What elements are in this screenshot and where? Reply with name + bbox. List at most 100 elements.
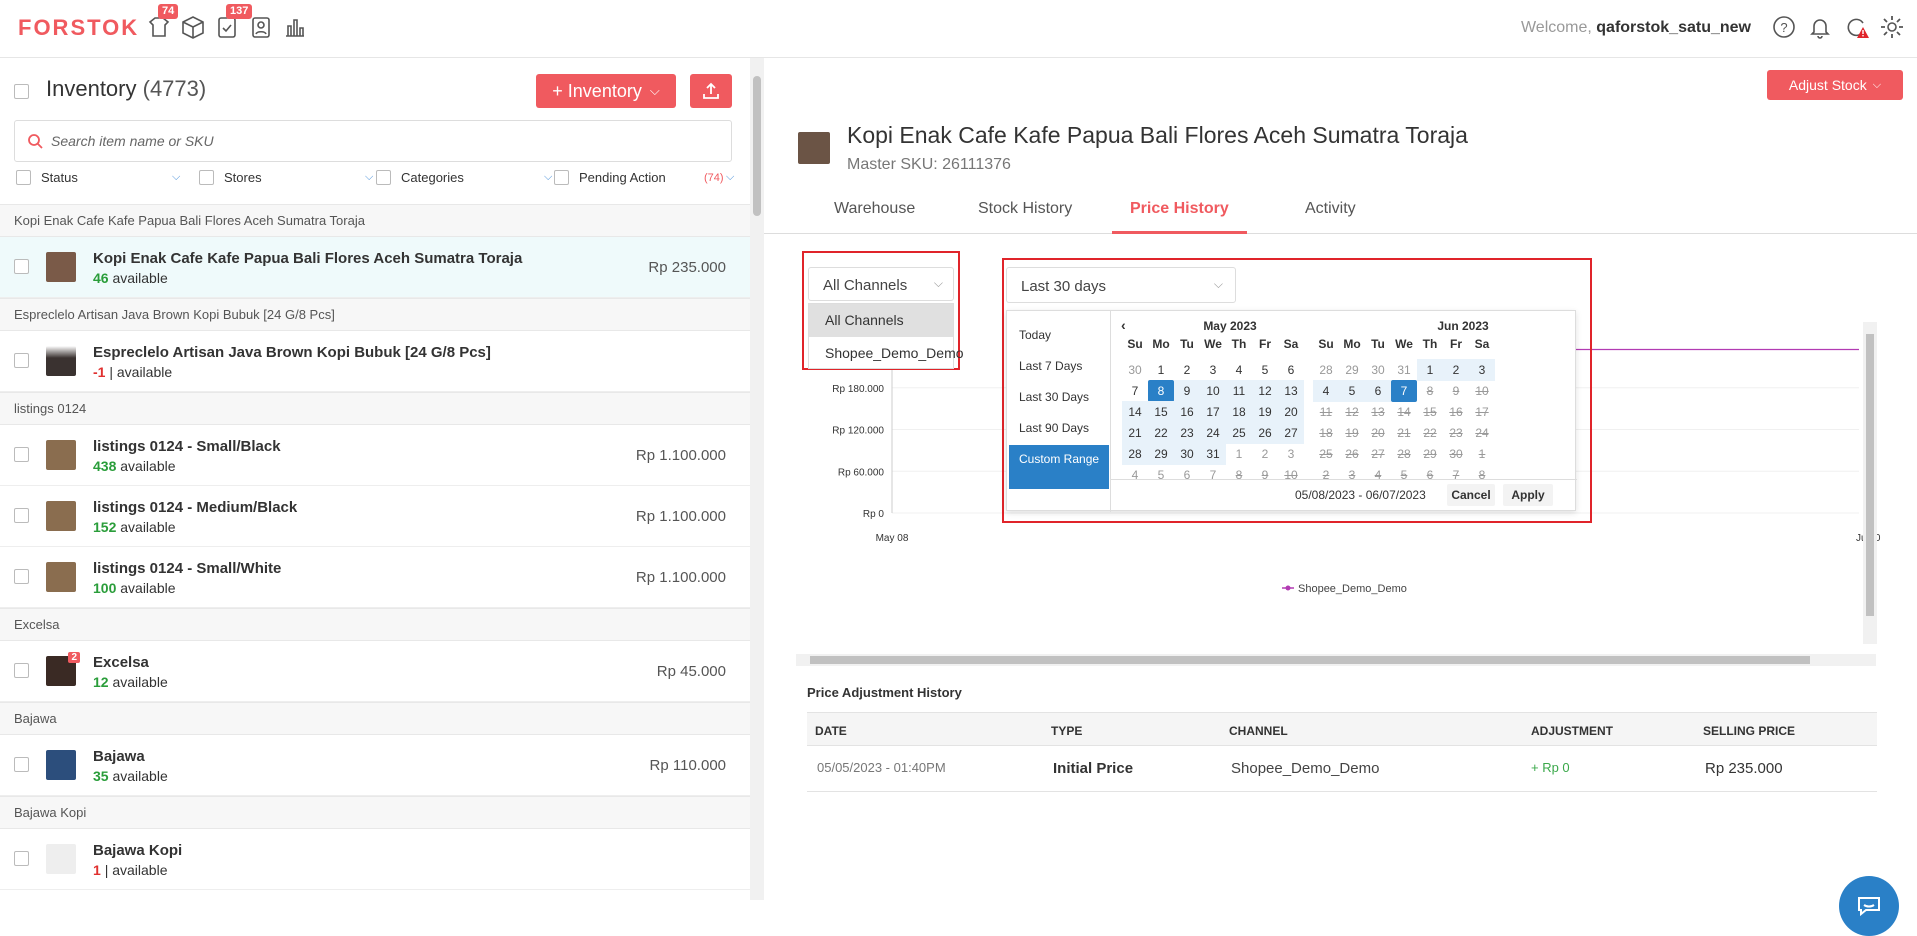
stores-filter[interactable]: Stores ⌵: [199, 170, 373, 185]
tab-warehouse[interactable]: Warehouse: [834, 200, 915, 218]
calendar-day[interactable]: 13: [1278, 380, 1304, 402]
calendar-day[interactable]: 28: [1313, 359, 1339, 381]
inventory-scrollbar[interactable]: [750, 58, 764, 900]
products-nav-icon[interactable]: 74: [146, 4, 179, 40]
orders-nav-icon[interactable]: 137: [214, 4, 253, 40]
calendar-day[interactable]: 4: [1122, 464, 1148, 486]
pending-action-checkbox[interactable]: [554, 170, 569, 185]
calendar-day[interactable]: 30: [1365, 359, 1391, 381]
list-item[interactable]: Kopi Enak Cafe Kafe Papua Bali Flores Ac…: [0, 237, 750, 298]
username[interactable]: qaforstok_satu_new: [1596, 19, 1751, 36]
status-filter[interactable]: Status ⌵: [16, 170, 186, 185]
categories-filter-checkbox[interactable]: [376, 170, 391, 185]
select-all-checkbox[interactable]: [14, 84, 29, 99]
channel-option-shopee[interactable]: Shopee_Demo_Demo: [809, 337, 964, 370]
calendar-day[interactable]: 12: [1252, 380, 1278, 402]
calendar-day[interactable]: 5: [1252, 359, 1278, 381]
list-item[interactable]: listings 0124 - Medium/Black 152 availab…: [0, 486, 750, 547]
calendar-day[interactable]: 29: [1148, 443, 1174, 465]
tab-price-history[interactable]: Price History: [1130, 200, 1229, 218]
calendar-day[interactable]: 2: [1252, 443, 1278, 465]
calendar-day[interactable]: 1: [1148, 359, 1174, 381]
calendar-day[interactable]: 24: [1200, 422, 1226, 444]
export-upload-button[interactable]: [690, 74, 732, 108]
tab-activity[interactable]: Activity: [1305, 200, 1356, 218]
calendar-day[interactable]: 14: [1122, 401, 1148, 423]
calendar-day[interactable]: 1: [1226, 443, 1252, 465]
list-item[interactable]: listings 0124 - Small/White 100 availabl…: [0, 547, 750, 608]
search-input[interactable]: Search item name or SKU: [14, 120, 732, 162]
legend-label[interactable]: Shopee_Demo_Demo: [1298, 583, 1407, 595]
range-last-7-days[interactable]: Last 7 Days: [1009, 354, 1105, 378]
stores-filter-checkbox[interactable]: [199, 170, 214, 185]
row-checkbox[interactable]: [14, 663, 29, 678]
calendar-day[interactable]: 2: [1174, 359, 1200, 381]
list-item[interactable]: Espreclelo Artisan Java Brown Kopi Bubuk…: [0, 331, 750, 392]
range-last-90-days[interactable]: Last 90 Days: [1009, 416, 1105, 440]
calendar-day[interactable]: 5: [1339, 380, 1365, 402]
calendar-day[interactable]: 4: [1226, 359, 1252, 381]
calendar-day[interactable]: 7: [1200, 464, 1226, 486]
notification-bell-icon[interactable]: [1807, 14, 1833, 40]
calendar-day[interactable]: 2: [1443, 359, 1469, 381]
add-inventory-button[interactable]: + Inventory ⌵: [536, 74, 676, 108]
row-checkbox[interactable]: [14, 569, 29, 584]
row-checkbox[interactable]: [14, 447, 29, 462]
calendar-day[interactable]: 8: [1148, 380, 1174, 402]
calendar-day[interactable]: 3: [1469, 359, 1495, 381]
calendar-day[interactable]: 22: [1148, 422, 1174, 444]
categories-filter[interactable]: Categories ⌵: [376, 170, 556, 185]
scrollbar-thumb[interactable]: [753, 76, 761, 216]
calendar-day[interactable]: 25: [1226, 422, 1252, 444]
pending-action-filter[interactable]: Pending Action (74) ⌵: [554, 170, 744, 185]
row-checkbox[interactable]: [14, 259, 29, 274]
sync-alert-icon[interactable]: [1843, 14, 1869, 40]
calendar-day[interactable]: 3: [1200, 359, 1226, 381]
channel-select[interactable]: All Channels ⌵: [808, 267, 954, 301]
calendar-day[interactable]: 20: [1278, 401, 1304, 423]
calendar-day[interactable]: 30: [1122, 359, 1148, 381]
calendar-day[interactable]: 30: [1174, 443, 1200, 465]
chart-vertical-scrollbar[interactable]: [1863, 322, 1877, 644]
list-item[interactable]: 2 Excelsa 12 available Rp 45.000: [0, 641, 750, 702]
chat-support-button[interactable]: [1839, 876, 1899, 936]
prev-month-icon[interactable]: ‹: [1121, 317, 1126, 333]
calendar-day[interactable]: 19: [1252, 401, 1278, 423]
row-checkbox[interactable]: [14, 757, 29, 772]
calendar-day[interactable]: 7: [1122, 380, 1148, 402]
tab-stock-history[interactable]: Stock History: [978, 200, 1072, 218]
chart-horizontal-scrollbar[interactable]: [796, 654, 1876, 666]
calendar-day[interactable]: 18: [1226, 401, 1252, 423]
calendar-day[interactable]: 16: [1174, 401, 1200, 423]
scrollbar-thumb[interactable]: [1866, 334, 1874, 616]
package-nav-icon[interactable]: [180, 14, 206, 40]
calendar-day[interactable]: 6: [1365, 380, 1391, 402]
row-checkbox[interactable]: [14, 353, 29, 368]
calendar-day[interactable]: 21: [1122, 422, 1148, 444]
adjust-stock-button[interactable]: Adjust Stock ⌵: [1767, 70, 1903, 100]
range-today[interactable]: Today: [1009, 323, 1105, 347]
calendar-day[interactable]: 1: [1417, 359, 1443, 381]
help-icon[interactable]: ?: [1771, 14, 1797, 40]
contacts-nav-icon[interactable]: [248, 14, 274, 40]
scrollbar-thumb[interactable]: [810, 656, 1810, 664]
row-checkbox[interactable]: [14, 851, 29, 866]
row-checkbox[interactable]: [14, 508, 29, 523]
calendar-day[interactable]: 6: [1278, 359, 1304, 381]
calendar-day[interactable]: 29: [1339, 359, 1365, 381]
calendar-day[interactable]: 26: [1252, 422, 1278, 444]
calendar-day[interactable]: 17: [1200, 401, 1226, 423]
calendar-day[interactable]: 4: [1313, 380, 1339, 402]
status-filter-checkbox[interactable]: [16, 170, 31, 185]
range-custom[interactable]: Custom Range: [1009, 445, 1109, 489]
calendar-day[interactable]: 31: [1200, 443, 1226, 465]
calendar-day[interactable]: 11: [1226, 380, 1252, 402]
list-item[interactable]: Bajawa Kopi 1 | available: [0, 829, 750, 890]
list-item[interactable]: Bajawa 35 available Rp 110.000: [0, 735, 750, 796]
forstok-logo[interactable]: FORSTOK: [18, 15, 139, 41]
date-range-select[interactable]: Last 30 days ⌵: [1006, 267, 1236, 303]
apply-button[interactable]: Apply: [1503, 484, 1553, 506]
calendar-day[interactable]: 3: [1278, 443, 1304, 465]
range-last-30-days[interactable]: Last 30 Days: [1009, 385, 1105, 409]
settings-gear-icon[interactable]: [1879, 14, 1905, 40]
